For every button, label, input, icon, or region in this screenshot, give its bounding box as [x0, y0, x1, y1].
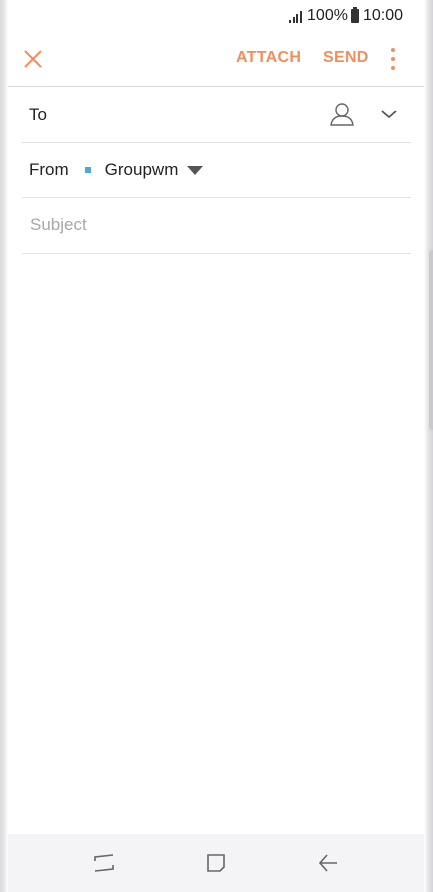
attach-button[interactable]: ATTACH — [236, 49, 301, 67]
status-bar: 100% 10:00 — [0, 0, 433, 32]
home-icon[interactable] — [196, 843, 236, 883]
from-label: From — [29, 159, 69, 179]
battery-percent: 100% — [307, 7, 348, 24]
phone-screen: 100% 10:00 ATTACH SEND To From Groupwm S… — [0, 0, 433, 892]
to-field[interactable] — [72, 87, 301, 142]
signal-icon — [289, 9, 303, 23]
subject-field[interactable] — [22, 197, 411, 253]
send-button[interactable]: SEND — [323, 49, 369, 67]
subject-row — [22, 197, 411, 254]
recent-apps-icon[interactable] — [84, 843, 124, 883]
side-edge-handle — [429, 250, 433, 430]
more-vert-icon[interactable] — [388, 48, 398, 70]
back-icon[interactable] — [308, 843, 348, 883]
to-label: To — [29, 104, 47, 124]
message-body[interactable] — [22, 254, 411, 832]
to-row: To — [22, 87, 411, 143]
screen-edge-left — [0, 0, 8, 892]
screen-edge-right — [424, 0, 433, 892]
battery-icon — [350, 7, 359, 23]
from-account-selector[interactable]: Groupwm — [84, 159, 204, 180]
navigation-bar — [8, 834, 424, 892]
contact-person-icon[interactable] — [329, 101, 355, 127]
from-row: From Groupwm — [22, 142, 411, 198]
chevron-down-icon[interactable] — [380, 106, 398, 122]
from-account-name: Groupwm — [104, 159, 179, 179]
compose-toolbar: ATTACH SEND — [8, 32, 424, 87]
account-color-dot — [84, 166, 91, 173]
clock: 10:00 — [362, 7, 403, 24]
dropdown-arrow-icon — [187, 166, 204, 175]
close-icon[interactable] — [22, 48, 44, 70]
